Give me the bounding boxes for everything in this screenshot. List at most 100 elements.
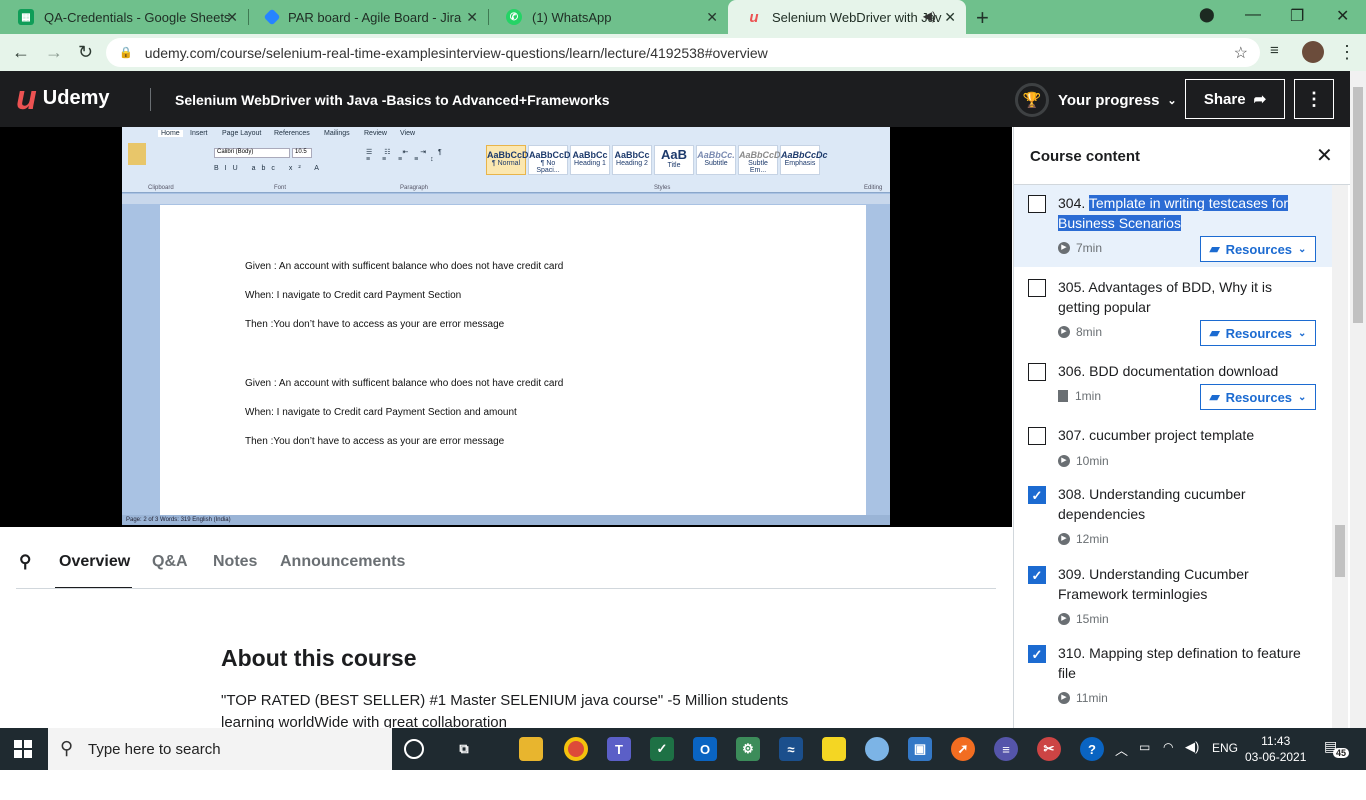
- cortana-icon[interactable]: [404, 739, 424, 759]
- lesson-item[interactable]: 305. Advantages of BDD, Why it is gettin…: [1014, 267, 1334, 351]
- url-text: udemy.com/course/selenium-real-time-exam…: [144, 44, 768, 61]
- font-format-icons: BIU abc x² A: [214, 165, 325, 172]
- back-arrow-icon[interactable]: ←: [12, 42, 30, 63]
- video-player[interactable]: Home Insert Page Layout References Maili…: [0, 127, 1012, 527]
- mysql-icon[interactable]: ≈: [779, 737, 803, 761]
- app-icon[interactable]: ≡: [994, 737, 1018, 761]
- task-view-icon[interactable]: ⧉: [452, 737, 476, 761]
- help-icon[interactable]: ?: [1080, 737, 1104, 761]
- tab-announcements[interactable]: Announcements: [280, 553, 405, 571]
- reading-list-icon[interactable]: ≡: [1270, 42, 1279, 59]
- volume-icon[interactable]: ◀): [1185, 739, 1199, 755]
- tab-search-icon[interactable]: ⬤: [1199, 6, 1215, 23]
- ribbon-group-label: Styles: [654, 185, 671, 191]
- bookmark-star-icon[interactable]: ☆: [1234, 43, 1248, 63]
- taskbar-search-input[interactable]: ⚲ Type here to search: [48, 728, 392, 770]
- lesson-duration: 11min: [1076, 691, 1108, 705]
- windows-start-icon[interactable]: [14, 740, 32, 758]
- word-page: Given : An account with sufficent balanc…: [160, 205, 866, 515]
- lesson-item[interactable]: 304. Template in writing testcases for B…: [1014, 185, 1334, 267]
- close-icon[interactable]: ✕: [226, 9, 238, 26]
- language-indicator[interactable]: ENG: [1212, 741, 1238, 755]
- chrome-icon[interactable]: [564, 737, 588, 761]
- page-scroll-thumb[interactable]: [1353, 87, 1363, 323]
- word-status-bar: Page: 2 of 3 Words: 319 English (India): [122, 515, 890, 525]
- reload-icon[interactable]: ↻: [78, 42, 93, 63]
- lesson-checkbox[interactable]: [1028, 427, 1046, 445]
- remote-desktop-icon[interactable]: ▣: [908, 737, 932, 761]
- word-ribbon: Home Insert Page Layout References Maili…: [122, 127, 890, 193]
- snipping-tool-icon[interactable]: ✂: [1037, 737, 1061, 761]
- file-explorer-icon[interactable]: [519, 737, 543, 761]
- tray-chevron-up-icon[interactable]: ︿: [1115, 740, 1128, 759]
- lesson-checkbox-checked[interactable]: ✓: [1028, 486, 1046, 504]
- browser-tab-sheets[interactable]: ▦ QA-Credentials - Google Sheets ✕: [0, 0, 248, 34]
- lesson-item[interactable]: ✓ 310. Mapping step defination to featur…: [1014, 639, 1334, 719]
- windows-taskbar: ⚲ Type here to search ⧉ T ✓ O ⚙ ≈ ▣ ➚ ≡ …: [0, 728, 1366, 770]
- notification-badge: 45: [1333, 748, 1350, 758]
- search-icon: ⚲: [60, 738, 74, 758]
- close-icon[interactable]: ✕: [466, 9, 478, 26]
- close-sidebar-icon[interactable]: ✕: [1316, 143, 1333, 168]
- lesson-item[interactable]: ✓ 308. Understanding cucumber dependenci…: [1014, 479, 1334, 559]
- sidebar-scroll-thumb[interactable]: [1335, 525, 1345, 577]
- speaker-icon[interactable]: ◀): [923, 9, 936, 23]
- lesson-checkbox-checked[interactable]: ✓: [1028, 566, 1046, 584]
- tab-overview[interactable]: Overview: [59, 553, 130, 571]
- resources-button[interactable]: ▰ Resources ⌄: [1200, 320, 1316, 346]
- tab-qa[interactable]: Q&A: [152, 553, 188, 571]
- sheets-app-icon[interactable]: ✓: [650, 737, 674, 761]
- lesson-checkbox[interactable]: [1028, 363, 1046, 381]
- share-button[interactable]: Share ➦: [1185, 79, 1285, 119]
- url-input[interactable]: 🔒 udemy.com/course/selenium-real-time-ex…: [106, 38, 1260, 67]
- forward-arrow-icon[interactable]: →: [45, 42, 63, 63]
- lesson-item[interactable]: 307. cucumber project template ▶ 10min: [1014, 415, 1334, 479]
- udemy-icon: u: [749, 8, 759, 26]
- window-close-icon[interactable]: ✕: [1336, 6, 1349, 26]
- resources-button[interactable]: ▰ Resources ⌄: [1200, 384, 1316, 410]
- doc-line: Given : An account with sufficent balanc…: [245, 378, 564, 389]
- browser-tab-strip: ▦ QA-Credentials - Google Sheets ✕ PAR b…: [0, 0, 1366, 34]
- ribbon-tab: Mailings: [324, 130, 350, 137]
- course-title[interactable]: Selenium WebDriver with Java -Basics to …: [175, 92, 610, 108]
- lesson-item[interactable]: ✓ 309. Understanding Cucumber Framework …: [1014, 559, 1334, 639]
- minimize-icon[interactable]: —: [1245, 6, 1261, 24]
- battery-icon[interactable]: ▭: [1139, 740, 1150, 754]
- postman-icon[interactable]: ➚: [951, 737, 975, 761]
- lesson-title: Understanding cucumber dependencies: [1058, 486, 1246, 522]
- resources-button[interactable]: ▰ Resources ⌄: [1200, 236, 1316, 262]
- sidebar-title: Course content: [1030, 148, 1141, 165]
- lesson-checkbox[interactable]: [1028, 195, 1046, 213]
- browser-tab-whatsapp[interactable]: ✆ (1) WhatsApp ✕: [488, 0, 728, 34]
- page-scrollbar[interactable]: [1350, 71, 1366, 728]
- app-icon[interactable]: ⚙: [736, 737, 760, 761]
- close-icon[interactable]: ✕: [706, 9, 718, 26]
- sticky-notes-icon[interactable]: [822, 737, 846, 761]
- teams-icon[interactable]: T: [607, 737, 631, 761]
- browser-tab-jira[interactable]: PAR board - Agile Board - Jira ✕: [248, 0, 488, 34]
- ribbon-tab: View: [400, 130, 416, 137]
- your-progress-button[interactable]: 🏆 Your progress ⌄: [1015, 83, 1177, 117]
- close-icon[interactable]: ✕: [944, 9, 956, 26]
- about-title: About this course: [221, 645, 417, 671]
- more-options-button[interactable]: ⋮: [1294, 79, 1334, 119]
- search-icon[interactable]: ⚲: [19, 552, 31, 572]
- profile-avatar[interactable]: [1302, 41, 1324, 63]
- lesson-checkbox-checked[interactable]: ✓: [1028, 645, 1046, 663]
- browser-tab-udemy[interactable]: u Selenium WebDriver with Jav ◀) ✕: [728, 0, 966, 34]
- restore-icon[interactable]: ❐: [1290, 6, 1304, 26]
- udemy-logo[interactable]: u Udemy: [16, 81, 109, 115]
- lesson-item[interactable]: 306. BDD documentation download 1min ▰ Re…: [1014, 351, 1334, 415]
- tab-notes[interactable]: Notes: [213, 553, 257, 571]
- wifi-icon[interactable]: ◠: [1163, 740, 1173, 754]
- lesson-checkbox[interactable]: [1028, 279, 1046, 297]
- lesson-duration: 12min: [1076, 532, 1109, 546]
- sidebar-scrollbar[interactable]: [1332, 185, 1348, 728]
- paint-icon[interactable]: [865, 737, 889, 761]
- outlook-icon[interactable]: O: [693, 737, 717, 761]
- new-tab-plus-icon[interactable]: +: [976, 5, 989, 31]
- taskbar-clock[interactable]: 11:43 03-06-2021: [1245, 733, 1306, 765]
- ribbon-tab: Home: [158, 130, 183, 137]
- clock-time: 11:43: [1261, 734, 1291, 748]
- browser-menu-icon[interactable]: ⋮: [1338, 42, 1356, 63]
